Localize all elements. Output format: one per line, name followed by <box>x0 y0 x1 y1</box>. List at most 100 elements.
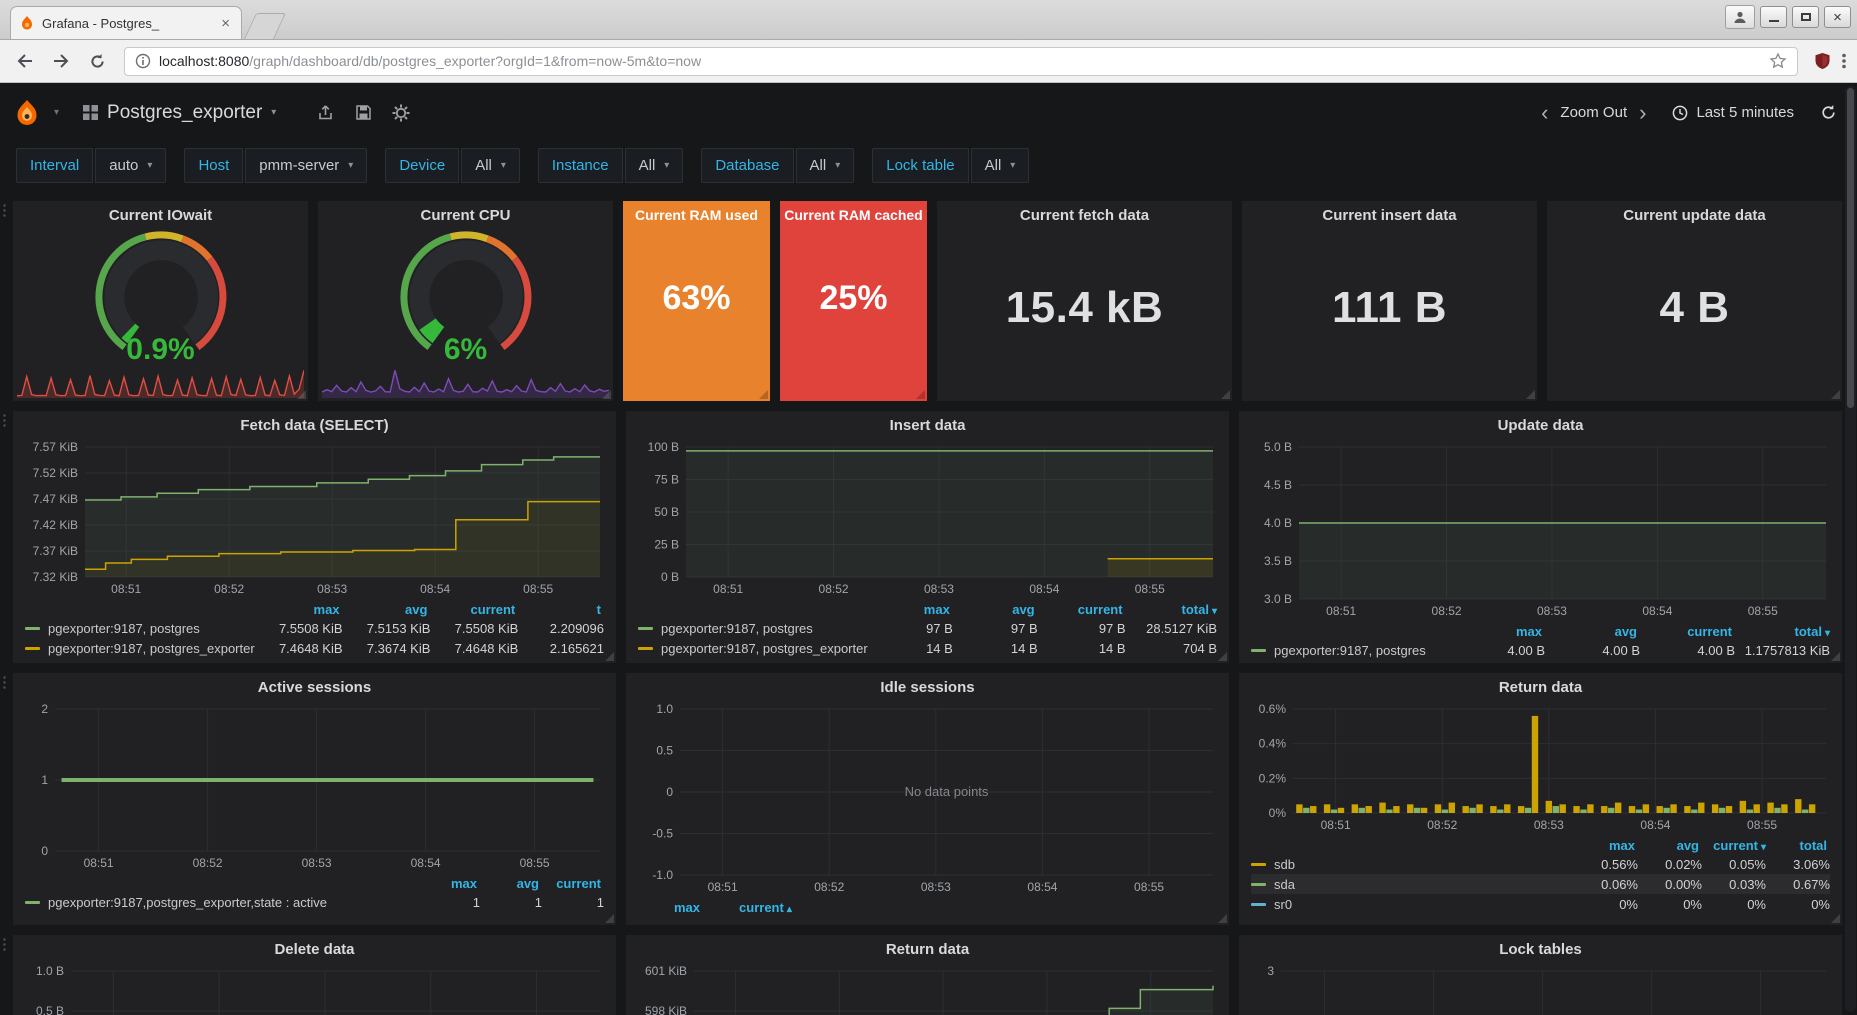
row-drag-handle[interactable] <box>2 413 7 429</box>
legend-sort-header[interactable]: max <box>418 875 480 892</box>
panel-title[interactable]: Current RAM cached <box>780 201 927 229</box>
legend-sort-header[interactable]: max <box>868 601 953 618</box>
legend-sort-header[interactable]: max <box>674 899 739 916</box>
refresh-icon[interactable] <box>1820 104 1837 121</box>
panel-title[interactable]: Insert data <box>634 411 1221 439</box>
time-shift-left-icon[interactable]: ‹ <box>1541 101 1548 124</box>
panel-title[interactable]: Fetch data (SELECT) <box>21 411 608 439</box>
return-data-bytes-chart[interactable]: 08:5108:5208:5308:5408:55601 KiB598 KiB5… <box>634 963 1221 1015</box>
panel-title[interactable]: Lock tables <box>1247 935 1834 963</box>
delete-data-chart[interactable]: 08:5108:5208:5308:5408:551.0 B0.5 B0 B-0… <box>21 963 608 1015</box>
legend-row[interactable]: pgexporter:9187, postgres 4.00 B 4.00 B 4… <box>1251 640 1830 660</box>
forward-button[interactable] <box>46 46 76 76</box>
panel-title[interactable]: Current fetch data <box>937 201 1232 229</box>
panel-title[interactable]: Idle sessions <box>634 673 1221 701</box>
legend-row[interactable]: pgexporter:9187, postgres_exporter 7.464… <box>25 638 604 658</box>
dashboard-settings-button[interactable] <box>384 97 418 129</box>
page-info-icon[interactable] <box>135 53 151 69</box>
panel-title[interactable]: Current insert data <box>1242 201 1537 229</box>
share-dashboard-button[interactable] <box>308 97 342 129</box>
reload-button[interactable] <box>82 46 112 76</box>
panel-title[interactable]: Active sessions <box>21 673 608 701</box>
scrollbar-thumb[interactable] <box>1847 88 1854 408</box>
variable-dropdown[interactable]: All ▾ <box>970 147 1030 183</box>
update-data-chart[interactable]: 08:51 08:52 08:53 08:54 08:55 5.0 B 4.5 B 4.0 B… <box>1247 439 1834 621</box>
legend-sort-header[interactable]: total ▾ <box>1126 601 1217 618</box>
sidemenu-caret-icon[interactable]: ▾ <box>54 107 59 118</box>
idle-sessions-chart[interactable]: 08:51 08:52 08:53 08:54 08:55 1.0 0.5 0 -0.5 -1.0… <box>634 701 1221 897</box>
legend-row[interactable]: sr0 0% 0% 0% 0% <box>1251 894 1830 914</box>
legend-sort-header[interactable]: avg <box>1638 837 1702 854</box>
fetch-data-chart[interactable]: 08:51 08:52 08:53 08:54 08:55 7.57 KiB 7.52 Ki… <box>21 439 608 599</box>
panel-title[interactable]: Current RAM used <box>623 201 770 229</box>
panel-title[interactable]: Return data <box>1247 673 1834 701</box>
legend-sort-header[interactable]: current ▴ <box>739 899 828 916</box>
series-color-dash[interactable] <box>25 646 40 650</box>
legend-sort-header[interactable]: current <box>1038 601 1126 618</box>
row-drag-handle[interactable] <box>2 675 7 691</box>
legend-sort-header[interactable]: avg <box>343 601 431 618</box>
variable-dropdown[interactable]: All ▾ <box>624 147 684 183</box>
legend-sort-header[interactable]: t <box>518 601 604 618</box>
browser-tab[interactable]: Grafana - Postgres_ × <box>10 6 242 39</box>
legend-row[interactable]: pgexporter:9187,postgres_exporter,state … <box>25 892 604 912</box>
active-sessions-chart[interactable]: 08:51 08:52 08:53 08:54 08:55 2 1 0 <box>21 701 608 873</box>
legend-sort-header[interactable]: max <box>1450 623 1545 640</box>
window-maximize-button[interactable] <box>1792 6 1819 28</box>
panel-title[interactable]: Current CPU <box>318 201 613 229</box>
legend-sort-header[interactable]: max <box>1574 837 1638 854</box>
legend-sort-header[interactable]: current <box>542 875 604 892</box>
series-color-dash[interactable] <box>1251 902 1266 906</box>
variable-dropdown[interactable]: All ▾ <box>461 147 520 183</box>
url-bar[interactable]: localhost:8080/graph/dashboard/db/postgr… <box>124 46 1798 76</box>
tab-close-icon[interactable]: × <box>218 15 233 32</box>
new-tab-button[interactable] <box>243 13 287 39</box>
legend-sort-header[interactable]: avg <box>1545 623 1640 640</box>
variable-dropdown[interactable]: All ▾ <box>795 147 855 183</box>
legend-sort-header[interactable]: current <box>430 601 518 618</box>
time-shift-right-icon[interactable]: › <box>1639 101 1646 124</box>
series-color-dash[interactable] <box>1251 862 1266 866</box>
row-drag-handle[interactable] <box>2 937 7 953</box>
time-range-picker[interactable]: Last 5 minutes <box>1672 104 1794 121</box>
legend-sort-header[interactable]: avg <box>480 875 542 892</box>
panel-title[interactable]: Delete data <box>21 935 608 963</box>
legend-sort-header[interactable]: current <box>1640 623 1735 640</box>
series-color-dash[interactable] <box>25 626 40 630</box>
series-color-dash[interactable] <box>638 646 653 650</box>
row-drag-handle[interactable] <box>2 203 7 219</box>
insert-data-chart[interactable]: 08:51 08:52 08:53 08:54 08:55 100 B 75 B 50 B 25… <box>634 439 1221 599</box>
dashboard-picker[interactable]: Postgres_exporter ▾ <box>73 96 286 130</box>
legend-sort-header[interactable]: current ▾ <box>1702 837 1766 854</box>
legend-sort-header[interactable]: max <box>255 601 343 618</box>
browser-menu-icon[interactable] <box>1841 52 1847 70</box>
window-minimize-button[interactable] <box>1760 6 1787 28</box>
lock-tables-chart[interactable]: 08:5108:5208:5308:5408:553210 <box>1247 963 1834 1015</box>
save-dashboard-button[interactable] <box>346 97 380 129</box>
legend-sort-header[interactable]: avg <box>953 601 1038 618</box>
legend-sort-header[interactable]: total <box>1766 837 1830 854</box>
panel-title[interactable]: Current update data <box>1547 201 1842 229</box>
legend-row[interactable]: sda 0.06% 0.00% 0.03% 0.67% <box>1251 874 1830 894</box>
window-close-button[interactable]: × <box>1824 6 1851 28</box>
page-scrollbar[interactable] <box>1845 86 1856 1012</box>
return-data-chart[interactable]: 08:51 08:52 08:53 08:54 08:55 0.6% 0.4% 0.2% 0% <box>1247 701 1834 835</box>
legend-row[interactable]: sdb 0.56% 0.02% 0.05% 3.06% <box>1251 854 1830 874</box>
bookmark-star-icon[interactable] <box>1769 52 1787 70</box>
series-color-dash[interactable] <box>25 900 40 904</box>
legend-row[interactable]: pgexporter:9187, postgres 7.5508 KiB 7.51… <box>25 618 604 638</box>
panel-title[interactable]: Return data <box>634 935 1221 963</box>
grafana-logo[interactable] <box>0 84 54 141</box>
series-color-dash[interactable] <box>1251 648 1266 652</box>
zoom-out-button[interactable]: Zoom Out <box>1560 104 1627 121</box>
variable-dropdown[interactable]: auto ▾ <box>95 147 167 183</box>
series-color-dash[interactable] <box>638 626 653 630</box>
ublock-shield-icon[interactable] <box>1814 52 1831 70</box>
back-button[interactable] <box>10 46 40 76</box>
variable-dropdown[interactable]: pmm-server ▾ <box>245 147 368 183</box>
profile-icon[interactable] <box>1725 5 1755 29</box>
legend-row[interactable]: pgexporter:9187, postgres_exporter 14 B1… <box>638 638 1217 658</box>
legend-sort-header[interactable]: total ▾ <box>1735 623 1830 640</box>
panel-title[interactable]: Update data <box>1247 411 1834 439</box>
legend-row[interactable]: pgexporter:9187, postgres 97 B 97 B 97 B2… <box>638 618 1217 638</box>
